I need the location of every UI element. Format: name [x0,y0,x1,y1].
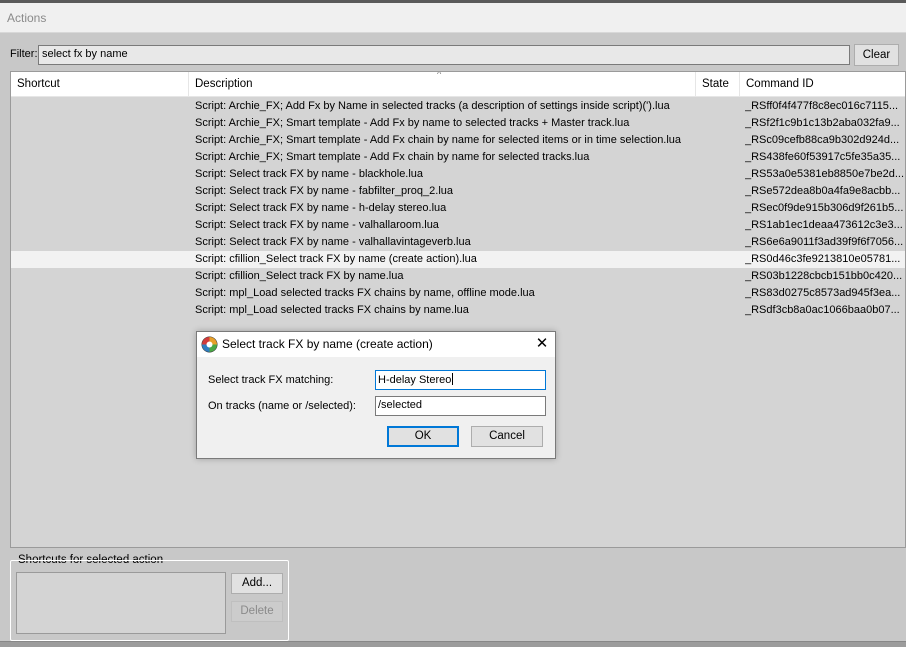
shortcut-cell [17,166,187,183]
filter-label: Filter: [10,48,38,60]
column-header-command-id[interactable]: Command ID [740,72,905,97]
state-cell [700,268,740,285]
table-row[interactable]: Script: Archie_FX; Smart template - Add … [11,115,905,132]
state-cell [700,285,740,302]
list-rows: Script: Archie_FX; Add Fx by Name in sel… [11,98,905,319]
column-header-shortcut[interactable]: Shortcut [11,72,189,97]
list-header: Shortcut Description ^ State Command ID [11,72,905,97]
table-row[interactable]: Script: cfillion_Select track FX by name… [11,251,905,268]
state-cell [700,200,740,217]
table-row[interactable]: Script: Archie_FX; Smart template - Add … [11,132,905,149]
text-caret [452,373,454,385]
table-row[interactable]: Script: Select track FX by name - valhal… [11,234,905,251]
shortcut-cell [17,217,187,234]
state-cell [700,183,740,200]
command-id-cell: _RSec0f9de915b306d9f261b5... [745,202,904,214]
state-cell [700,98,740,115]
fx-matching-label: Select track FX matching: [208,374,334,386]
state-cell [700,234,740,251]
description-cell: Script: Select track FX by name - valhal… [195,236,471,248]
description-cell: Script: Select track FX by name - blackh… [195,168,424,180]
state-cell [700,251,740,268]
description-cell: Script: Archie_FX; Smart template - Add … [195,151,590,163]
command-id-cell: _RS0d46c3fe9213810e05781... [745,253,901,265]
select-track-fx-dialog: Select track FX by name (create action) … [196,331,556,459]
command-id-cell: _RS53a0e5381eb8850e7be2d... [745,168,905,180]
shortcut-cell [17,251,187,268]
fx-matching-value: H-delay Stereo [378,374,452,386]
cancel-button[interactable]: Cancel [471,426,543,447]
actions-list[interactable]: Shortcut Description ^ State Command ID … [10,71,906,548]
window-title: Actions [7,11,47,25]
sort-ascending-icon: ^ [437,71,442,79]
command-id-cell: _RSc09cefb88ca9b302d924d... [745,134,900,146]
table-row[interactable]: Script: Select track FX by name - h-dela… [11,200,905,217]
command-id-cell: _RSdf3cb8a0ac1066baa0b07... [745,304,900,316]
table-row[interactable]: Script: Archie_FX; Add Fx by Name in sel… [11,98,905,115]
description-cell: Script: Archie_FX; Smart template - Add … [195,134,682,146]
table-row[interactable]: Script: Select track FX by name - valhal… [11,217,905,234]
state-cell [700,132,740,149]
description-cell: Script: cfillion_Select track FX by name… [195,253,477,265]
description-cell: Script: Select track FX by name - fabfil… [195,185,454,197]
shortcut-cell [17,302,187,319]
description-cell: Script: cfillion_Select track FX by name… [195,270,404,282]
description-cell: Script: mpl_Load selected tracks FX chai… [195,287,535,299]
dialog-titlebar: Select track FX by name (create action) … [197,332,555,357]
command-id-cell: _RSf2f1c9b1c13b2aba032fa9... [745,117,900,129]
shortcut-cell [17,132,187,149]
shortcut-cell [17,268,187,285]
command-id-cell: _RSff0f4f477f8c8ec016c7115... [745,100,899,112]
table-row[interactable]: Script: Select track FX by name - fabfil… [11,183,905,200]
table-row[interactable]: Script: Archie_FX; Smart template - Add … [11,149,905,166]
state-cell [700,217,740,234]
shortcut-cell [17,98,187,115]
state-cell [700,302,740,319]
state-cell [700,166,740,183]
state-cell [700,149,740,166]
filter-input[interactable]: select fx by name [38,45,850,65]
command-id-cell: _RSe572dea8b0a4fa9e8acbb... [745,185,901,197]
tracks-label: On tracks (name or /selected): [208,400,356,412]
shortcut-cell [17,115,187,132]
reaper-logo-icon [201,336,218,353]
command-id-cell: _RS03b1228cbcb151bb0c420... [745,270,903,282]
command-id-cell: _RS6e6a9011f3ad39f9f6f7056... [745,236,904,248]
column-header-description[interactable]: Description [189,72,696,97]
column-header-state[interactable]: State [696,72,740,97]
delete-shortcut-button[interactable]: Delete [231,601,283,622]
shortcut-cell [17,285,187,302]
table-row[interactable]: Script: mpl_Load selected tracks FX chai… [11,285,905,302]
table-row[interactable]: Script: Select track FX by name - blackh… [11,166,905,183]
description-cell: Script: Archie_FX; Smart template - Add … [195,117,630,129]
fx-matching-input[interactable]: H-delay Stereo [375,370,546,390]
state-cell [700,115,740,132]
shortcut-cell [17,183,187,200]
add-shortcut-button[interactable]: Add... [231,573,283,594]
bottom-window-strip [0,641,906,647]
table-row[interactable]: Script: mpl_Load selected tracks FX chai… [11,302,905,319]
description-cell: Script: Archie_FX; Add Fx by Name in sel… [195,100,670,112]
shortcut-cell [17,234,187,251]
shortcut-cell [17,149,187,166]
dialog-title: Select track FX by name (create action) [222,337,433,351]
description-cell: Script: mpl_Load selected tracks FX chai… [195,304,469,316]
description-cell: Script: Select track FX by name - h-dela… [195,202,447,214]
ok-button[interactable]: OK [387,426,459,447]
close-icon[interactable]: ✕ [531,333,553,355]
tracks-input[interactable]: /selected [375,396,546,416]
command-id-cell: _RS1ab1ec1deaa473612c3e3... [745,219,903,231]
shortcut-list[interactable] [16,572,226,634]
clear-button[interactable]: Clear [854,44,899,66]
command-id-cell: _RS438fe60f53917c5fe35a35... [745,151,901,163]
shortcut-cell [17,200,187,217]
command-id-cell: _RS83d0275c8573ad945f3ea... [745,287,901,299]
table-row[interactable]: Script: cfillion_Select track FX by name… [11,268,905,285]
description-cell: Script: Select track FX by name - valhal… [195,219,439,231]
window-titlebar: Actions [0,3,906,33]
